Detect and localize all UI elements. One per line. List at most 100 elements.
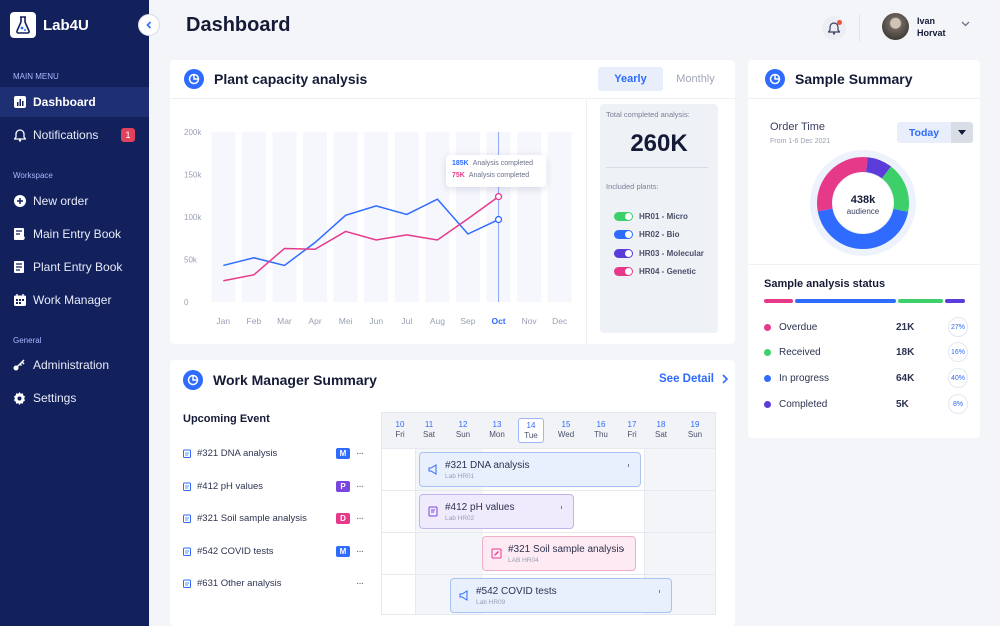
sidebar-item-label: Dashboard — [33, 95, 96, 109]
plant-toggle-hr03[interactable]: HR03 - Molecular — [614, 249, 704, 258]
card-divider — [586, 99, 587, 344]
header-divider — [859, 14, 860, 42]
toggle-switch[interactable] — [614, 230, 633, 239]
x-tick-label: Jul — [401, 316, 412, 326]
sidebar-item-notifications[interactable]: Notifications 1 — [0, 120, 149, 150]
day-header[interactable]: 13 Mon — [482, 420, 512, 440]
task-card[interactable]: #542 COVID tests Lab HR09 ··· — [450, 578, 672, 613]
list-item[interactable]: #542 COVID tests M ··· — [183, 544, 368, 558]
task-card[interactable]: #412 pH values Lab HR02 ··· — [419, 494, 574, 529]
more-icon[interactable]: ··· — [356, 546, 364, 557]
more-icon[interactable]: ··· — [356, 578, 364, 589]
plant-label: HR01 - Micro — [639, 212, 688, 221]
sidebar-item-dashboard[interactable]: Dashboard — [0, 87, 149, 117]
app-name: Lab4U — [43, 16, 89, 34]
chevron-down-icon[interactable] — [961, 21, 970, 27]
sidebar: Lab4U MAIN MENU Dashboard Notifications … — [0, 0, 149, 626]
section-workspace: Workspace — [13, 171, 53, 180]
document-icon — [13, 261, 26, 274]
grid-line — [382, 574, 715, 575]
day-header[interactable]: 12 Sun — [448, 420, 478, 440]
sidebar-item-label: Work Manager — [33, 293, 112, 307]
list-item[interactable]: #412 pH values P ··· — [183, 479, 368, 493]
section-general: General — [13, 336, 42, 345]
period-select[interactable]: Today — [897, 122, 973, 143]
task-name: #321 DNA analysis — [445, 460, 530, 471]
toggle-switch[interactable] — [614, 267, 633, 276]
list-item[interactable]: #321 Soil sample analysis D ··· — [183, 511, 368, 525]
plant-capacity-title: Plant capacity analysis — [214, 71, 368, 87]
event-tag: D — [336, 512, 350, 524]
yearly-tab[interactable]: Yearly — [598, 67, 663, 91]
day-header[interactable]: 15 Wed — [551, 420, 581, 440]
status-dot — [764, 348, 771, 356]
plant-toggle-hr02[interactable]: HR02 - Bio — [614, 230, 679, 239]
task-card[interactable]: #321 DNA analysis Lab HR01 ··· — [419, 452, 641, 487]
task-name: #542 COVID tests — [476, 586, 557, 597]
day-header[interactable]: 17 Fri — [617, 420, 647, 440]
sidebar-item-plant-entry-book[interactable]: Plant Entry Book — [0, 252, 149, 282]
event-label: #542 COVID tests — [197, 545, 274, 557]
more-icon[interactable]: ··· — [557, 505, 567, 508]
monthly-tab[interactable]: Monthly — [663, 67, 728, 91]
task-name: #321 Soil sample analysis — [508, 544, 624, 555]
day-header-today[interactable]: 14 Tue — [518, 418, 544, 443]
list-item[interactable]: #631 Other analysis ··· — [183, 576, 368, 590]
sidebar-item-label: Main Entry Book — [33, 227, 122, 241]
status-label: Overdue — [779, 321, 818, 333]
see-detail-link[interactable]: See Detail — [659, 373, 729, 385]
more-icon[interactable]: ··· — [356, 513, 364, 524]
toggle-switch[interactable] — [614, 212, 633, 221]
user-name[interactable]: Ivan Horvat — [917, 15, 957, 39]
notifications-button[interactable] — [822, 16, 846, 40]
grid-line — [382, 490, 715, 491]
plant-toggle-hr04[interactable]: HR04 - Genetic — [614, 267, 696, 276]
more-icon[interactable]: ··· — [356, 448, 364, 459]
series-point — [494, 215, 503, 224]
collapse-sidebar-button[interactable] — [138, 14, 160, 36]
sidebar-item-new-order[interactable]: New order — [0, 186, 149, 216]
sidebar-item-settings[interactable]: Settings — [0, 383, 149, 413]
sidebar-item-work-manager[interactable]: Work Manager — [0, 285, 149, 315]
status-row-overdue: Overdue 21K 27% — [764, 317, 969, 337]
day-header[interactable]: 16 Thu — [586, 420, 616, 440]
document-add-icon — [428, 506, 438, 517]
status-dot — [764, 323, 771, 331]
y-tick-label: 150k — [184, 171, 202, 180]
x-tick-label: Sep — [460, 316, 475, 326]
sidebar-item-label: Notifications — [33, 128, 99, 142]
day-header[interactable]: 11 Sat — [414, 420, 444, 440]
status-label: In progress — [779, 372, 830, 384]
status-bar-overdue — [764, 299, 793, 303]
status-percent: 16% — [948, 342, 968, 362]
day-header[interactable]: 18 Sat — [646, 420, 676, 440]
book-icon — [13, 228, 26, 241]
list-item[interactable]: #321 DNA analysis M ··· — [183, 446, 368, 460]
more-icon[interactable]: ··· — [655, 589, 665, 592]
sidebar-item-main-entry-book[interactable]: Main Entry Book — [0, 219, 149, 249]
avatar[interactable] — [882, 13, 909, 40]
sidebar-item-administration[interactable]: Administration — [0, 350, 149, 380]
tooltip-value: 185K — [452, 160, 469, 167]
period-select-value: Today — [897, 122, 951, 143]
status-bar-in-progress — [795, 299, 896, 303]
day-header[interactable]: 19 Sun — [680, 420, 710, 440]
status-row-completed: Completed 5K 8% — [764, 394, 969, 414]
total-label: Total completed analysis: — [606, 110, 690, 119]
toggle-switch[interactable] — [614, 249, 633, 258]
more-icon[interactable]: ··· — [624, 463, 634, 466]
plant-toggle-hr01[interactable]: HR01 - Micro — [614, 212, 688, 221]
status-value: 21K — [896, 321, 915, 333]
x-tick-label: Jan — [216, 316, 230, 326]
more-icon[interactable]: ··· — [356, 481, 364, 492]
task-card[interactable]: #321 Soil sample analysis LAB HR04 ··· — [482, 536, 636, 571]
task-name: #412 pH values — [445, 502, 515, 513]
more-icon[interactable]: ··· — [619, 547, 629, 550]
megaphone-icon — [459, 590, 468, 601]
app-logo[interactable]: Lab4U — [10, 12, 89, 38]
status-label: Received — [779, 346, 821, 358]
status-percent: 8% — [948, 394, 968, 414]
donut-value: 438k — [850, 194, 876, 206]
day-header[interactable]: 10 Fri — [385, 420, 415, 440]
upcoming-event-title: Upcoming Event — [183, 413, 270, 425]
